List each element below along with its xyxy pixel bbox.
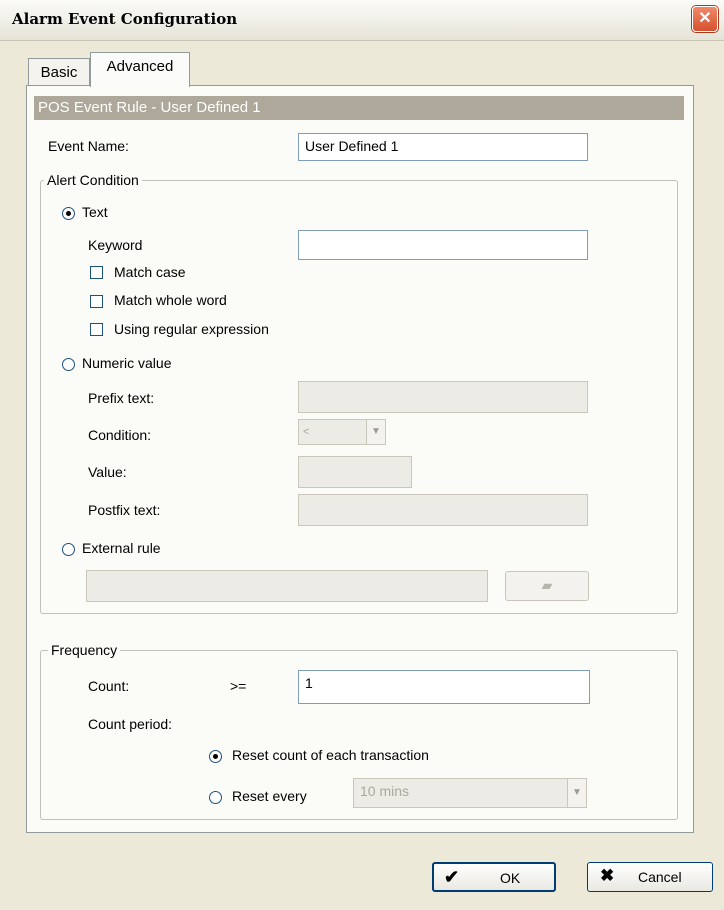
match-case-checkbox[interactable] <box>90 266 103 279</box>
condition-value: < <box>303 426 310 438</box>
text-radio[interactable] <box>62 207 75 220</box>
match-whole-word-label: Match whole word <box>114 292 227 308</box>
keyword-label: Keyword <box>88 237 143 253</box>
condition-label: Condition: <box>88 427 152 443</box>
keyword-input[interactable] <box>298 230 588 260</box>
tab-advanced[interactable]: Advanced <box>90 52 190 87</box>
value-input[interactable] <box>298 456 412 488</box>
ok-label: OK <box>500 870 521 886</box>
regex-label: Using regular expression <box>114 321 269 337</box>
close-button[interactable]: ✕ <box>692 6 718 32</box>
prefix-text-input[interactable] <box>298 381 588 413</box>
chevron-down-icon: ▼ <box>366 420 385 444</box>
reset-each-transaction-radio[interactable] <box>209 750 222 763</box>
reset-every-value: 10 mins <box>360 783 410 799</box>
text-radio-label: Text <box>82 204 108 220</box>
postfix-text-label: Postfix text: <box>88 502 161 518</box>
cancel-button[interactable]: ✖ Cancel <box>587 862 713 892</box>
folder-open-icon: ▰ <box>541 577 553 593</box>
regex-checkbox[interactable] <box>90 323 103 336</box>
count-label: Count: <box>88 678 130 694</box>
count-operator: >= <box>230 678 247 694</box>
external-rule-radio[interactable] <box>62 543 75 556</box>
value-label: Value: <box>88 464 127 480</box>
postfix-text-input[interactable] <box>298 494 588 526</box>
external-rule-label: External rule <box>82 540 161 556</box>
chevron-down-icon: ▼ <box>567 779 586 807</box>
numeric-value-radio[interactable] <box>62 358 75 371</box>
condition-select[interactable]: < ▼ <box>298 419 386 445</box>
window-title: Alarm Event Configuration <box>12 10 238 28</box>
event-name-label: Event Name: <box>48 138 129 154</box>
match-case-label: Match case <box>114 264 186 280</box>
checkmark-icon: ✔ <box>444 867 460 887</box>
cancel-label: Cancel <box>638 869 682 885</box>
reset-each-transaction-label: Reset count of each transaction <box>232 747 429 763</box>
ok-button[interactable]: ✔ OK <box>432 862 556 892</box>
x-icon: ✖ <box>600 866 615 885</box>
alert-condition-legend: Alert Condition <box>44 172 142 188</box>
count-period-label: Count period: <box>88 716 173 732</box>
tab-basic[interactable]: Basic <box>28 58 90 87</box>
event-name-input[interactable]: User Defined 1 <box>298 133 588 161</box>
rule-header: POS Event Rule - User Defined 1 <box>34 96 684 120</box>
external-rule-input[interactable] <box>86 570 488 602</box>
frequency-legend: Frequency <box>48 642 121 658</box>
reset-every-radio[interactable] <box>209 791 222 804</box>
reset-every-label: Reset every <box>232 788 307 804</box>
match-whole-word-checkbox[interactable] <box>90 295 103 308</box>
numeric-value-label: Numeric value <box>82 355 172 371</box>
close-icon: ✕ <box>698 10 712 27</box>
prefix-text-label: Prefix text: <box>88 390 155 406</box>
count-input[interactable]: 1 <box>298 670 590 704</box>
browse-button[interactable]: ▰ <box>505 571 589 601</box>
reset-every-select[interactable]: 10 mins ▼ <box>353 778 587 808</box>
